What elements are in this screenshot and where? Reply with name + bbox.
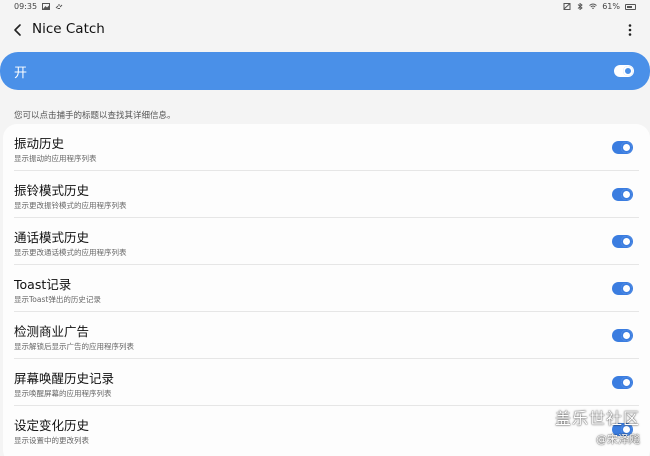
setting-subtitle: 显示更改通话模式的应用程序列表 bbox=[14, 248, 127, 257]
setting-subtitle: 显示Toast弹出的历史记录 bbox=[14, 295, 101, 304]
setting-settings-change-history[interactable]: 设定变化历史 显示设置中的更改列表 bbox=[3, 406, 650, 453]
master-toggle[interactable] bbox=[614, 65, 634, 77]
status-time: 09:35 bbox=[14, 2, 38, 11]
bluetooth-icon bbox=[577, 3, 583, 10]
master-switch-label: 开 bbox=[14, 66, 28, 81]
watermark-sub: @宋泽飚 bbox=[596, 433, 640, 446]
setting-vibration-history[interactable]: 振动历史 显示振动的应用程序列表 bbox=[3, 124, 650, 171]
setting-ringer-mode-history[interactable]: 振铃模式历史 显示更改振铃模式的应用程序列表 bbox=[3, 171, 650, 218]
setting-call-mode-history[interactable]: 通话模式历史 显示更改通话模式的应用程序列表 bbox=[3, 218, 650, 265]
info-text: 您可以点击捕手的标题以查找其详细信息。 bbox=[14, 111, 176, 121]
status-left: 09:35 bbox=[14, 2, 63, 11]
toggle-switch[interactable] bbox=[612, 376, 633, 389]
link-icon bbox=[55, 4, 63, 9]
watermark-main: 盖乐世社区 bbox=[554, 409, 640, 428]
setting-subtitle: 显示解锁后显示广告的应用程序列表 bbox=[14, 342, 134, 351]
setting-title: 检测商业广告 bbox=[14, 324, 90, 339]
setting-title: Toast记录 bbox=[14, 277, 72, 292]
setting-subtitle: 显示唤醒屏幕的应用程序列表 bbox=[14, 389, 112, 398]
setting-toast-history[interactable]: Toast记录 显示Toast弹出的历史记录 bbox=[3, 265, 650, 312]
battery-icon bbox=[625, 3, 636, 10]
more-options-icon[interactable] bbox=[622, 22, 638, 38]
setting-subtitle: 显示设置中的更改列表 bbox=[14, 436, 89, 445]
toggle-switch[interactable] bbox=[612, 282, 633, 295]
setting-screen-wake-history[interactable]: 屏幕唤醒历史记录 显示唤醒屏幕的应用程序列表 bbox=[3, 359, 650, 406]
setting-title: 设定变化历史 bbox=[14, 418, 90, 433]
setting-subtitle: 显示振动的应用程序列表 bbox=[14, 154, 97, 163]
watermark: 盖乐世社区 @宋泽飚 bbox=[555, 405, 640, 447]
toggle-switch[interactable] bbox=[612, 329, 633, 342]
settings-list: 振动历史 显示振动的应用程序列表 振铃模式历史 显示更改振铃模式的应用程序列表 … bbox=[3, 124, 650, 456]
status-bar: 09:35 61% bbox=[0, 0, 650, 14]
toggle-switch[interactable] bbox=[612, 141, 633, 154]
setting-title: 振动历史 bbox=[14, 136, 65, 151]
app-bar: Nice Catch bbox=[0, 14, 650, 46]
battery-level: 61% bbox=[602, 2, 620, 11]
status-right: 61% bbox=[563, 2, 636, 11]
setting-title: 屏幕唤醒历史记录 bbox=[14, 371, 115, 386]
toggle-switch[interactable] bbox=[612, 188, 633, 201]
mute-icon bbox=[563, 3, 571, 10]
setting-title: 振铃模式历史 bbox=[14, 183, 90, 198]
back-arrow-icon[interactable] bbox=[10, 22, 26, 38]
setting-subtitle: 显示更改振铃模式的应用程序列表 bbox=[14, 201, 127, 210]
setting-ad-detection[interactable]: 检测商业广告 显示解锁后显示广告的应用程序列表 bbox=[3, 312, 650, 359]
page-title: Nice Catch bbox=[32, 21, 105, 37]
toggle-switch[interactable] bbox=[612, 235, 633, 248]
wifi-icon bbox=[589, 3, 598, 9]
setting-title: 通话模式历史 bbox=[14, 230, 90, 245]
gallery-icon bbox=[42, 3, 51, 10]
master-switch-bar[interactable]: 开 bbox=[0, 52, 650, 90]
